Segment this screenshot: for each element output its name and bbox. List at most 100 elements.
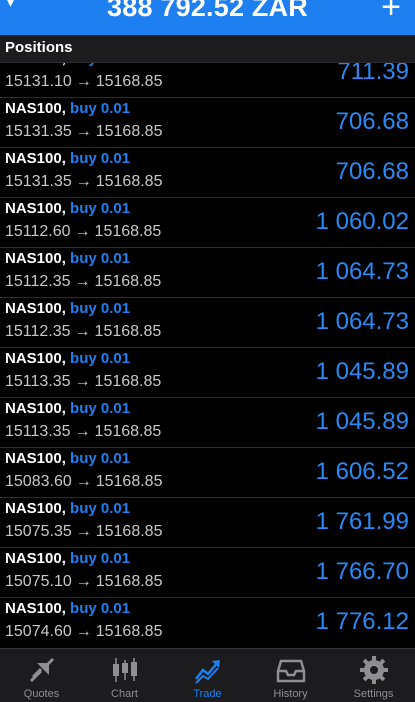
arrow-right-icon: → (75, 523, 92, 540)
position-title: NAS100, buy 0.01 (5, 300, 130, 317)
position-side: buy 0.01 (70, 300, 131, 317)
position-row[interactable]: NAS100, buy 0.01 15113.35 → 15168.85 1 045.8… (0, 348, 415, 398)
positions-list[interactable]: NAS100, buy 0.0115131.10→15168.85711.39N… (0, 63, 415, 647)
position-prices: 15131.35 → 15168.85 (5, 123, 162, 141)
position-prices: 15112.35 → 15168.85 (5, 273, 161, 291)
position-profit: 711.39 (337, 63, 409, 85)
position-row[interactable]: NAS100, buy 0.01 15083.60 → 15168.85 1 606.5… (0, 448, 415, 498)
position-side: buy 0.01 (70, 350, 131, 367)
position-row[interactable]: NAS100, buy 0.01 15131.10→15168.85 711.39 (0, 63, 415, 98)
current-price: 15168.85 (95, 73, 163, 90)
open-price: 15131.10 (5, 73, 72, 90)
trade-icon (194, 660, 220, 684)
tab-label: Chart (111, 688, 138, 700)
arrow-right-icon: → (75, 573, 92, 590)
tab-trade[interactable]: Trade (166, 649, 249, 702)
current-price: 15168.85 (95, 573, 163, 590)
position-side: buy 0.01 (70, 150, 131, 167)
position-symbol: NAS100, (5, 350, 66, 367)
position-prices: 15113.35 → 15168.85 (5, 373, 161, 391)
open-price: 15112.60 (5, 223, 71, 240)
position-side: buy 0.01 (70, 450, 131, 467)
arrow-right-icon: → (74, 373, 91, 390)
position-side: buy 0.01 (70, 250, 131, 267)
position-title: NAS100, buy 0.01 (5, 400, 130, 417)
position-prices: 15112.60 → 15168.85 (5, 223, 161, 241)
open-price: 15075.10 (5, 573, 72, 590)
position-title: NAS100, buy 0.01 (5, 250, 130, 267)
positions-section-header: Positions (0, 35, 415, 63)
tab-settings[interactable]: Settings (332, 649, 415, 702)
arrow-right-icon: → (75, 623, 92, 640)
position-prices: 15131.10 → 15168.85 (5, 73, 162, 91)
position-prices: 15113.35 → 15168.85 (5, 423, 161, 441)
arrow-right-icon: → (74, 323, 91, 340)
position-row[interactable]: NAS100, buy 0.01 15131.35 → 15168.85 706.68 (0, 98, 415, 148)
tab-chart[interactable]: Chart (83, 649, 166, 702)
position-side: buy 0.01 (70, 600, 131, 617)
position-title: NAS100, buy 0.01 (5, 350, 130, 367)
position-prices: 15131.35 → 15168.85 (5, 173, 162, 191)
tab-label: Settings (353, 688, 394, 700)
account-balance[interactable]: 388 792.52 ZAR (0, 0, 415, 23)
position-symbol: NAS100, (5, 150, 66, 167)
position-row[interactable]: NAS100, buy 0.01 15113.35 → 15168.85 1 045.8… (0, 398, 415, 448)
position-prices: 15083.60 → 15168.85 (5, 473, 162, 491)
header-bar: ▾ 388 792.52 ZAR + (0, 0, 415, 35)
position-row[interactable]: NAS100, buy 0.01 15112.60 → 15168.85 1 060.0… (0, 198, 415, 248)
position-profit: 1 064.73 (315, 308, 409, 335)
position-symbol: NAS100, (5, 250, 66, 267)
position-symbol: NAS100, (5, 450, 66, 467)
position-side: buy 0.01 (70, 400, 131, 417)
position-prices: 15074.60 → 15168.85 (5, 623, 162, 641)
open-price: 15113.35 (5, 373, 71, 390)
position-symbol: NAS100, (5, 100, 66, 117)
open-price: 15131.35 (5, 123, 72, 140)
position-profit: 1 766.70 (315, 558, 409, 585)
open-price: 15074.60 (5, 623, 72, 640)
open-price: 15075.35 (5, 523, 72, 540)
position-profit: 1 060.02 (315, 208, 409, 235)
tab-history[interactable]: History (249, 649, 332, 702)
position-row[interactable]: NAS100, buy 0.01 15112.35 → 15168.85 1 064.7… (0, 298, 415, 348)
position-symbol: NAS100, (5, 600, 66, 617)
position-profit: 706.68 (335, 108, 409, 135)
arrow-right-icon: → (75, 173, 92, 190)
add-order-icon[interactable]: + (381, 0, 401, 24)
positions-list-content: NAS100, buy 0.0115131.10→15168.85711.39N… (0, 63, 415, 647)
arrow-right-icon: → (74, 423, 91, 440)
open-price: 15083.60 (5, 473, 72, 490)
current-price: 15168.85 (95, 523, 163, 540)
position-row[interactable]: NAS100, buy 0.01 15112.35 → 15168.85 1 064.7… (0, 248, 415, 298)
open-price: 15131.35 (5, 173, 72, 190)
open-price: 15113.35 (5, 423, 71, 440)
position-profit: 1 761.99 (315, 508, 409, 535)
position-title: NAS100, buy 0.01 (5, 200, 130, 217)
current-price: 15168.85 (95, 173, 163, 190)
position-side: buy 0.01 (70, 200, 131, 217)
tab-quotes[interactable]: Quotes (0, 649, 83, 702)
position-row[interactable]: NAS100, buy 0.01 15074.60 → 15168.85 1 776.1… (0, 598, 415, 647)
history-icon (276, 659, 305, 683)
open-price: 15112.35 (5, 273, 71, 290)
position-row[interactable]: NAS100, buy 0.01 15131.35 → 15168.85 706.68 (0, 148, 415, 198)
position-title: NAS100, buy 0.01 (5, 100, 130, 117)
position-profit: 706.68 (335, 158, 409, 185)
position-profit: 1 045.89 (315, 358, 409, 385)
arrow-right-icon: → (74, 273, 91, 290)
arrow-right-icon: → (75, 473, 92, 490)
position-side: buy 0.01 (70, 550, 131, 567)
position-profit: 1 045.89 (315, 408, 409, 435)
position-profit: 1 776.12 (315, 608, 409, 635)
quotes-icon (29, 657, 54, 683)
tab-label: Quotes (23, 688, 60, 700)
position-profit: 1 064.73 (315, 258, 409, 285)
position-title: NAS100, buy 0.01 (5, 450, 130, 467)
current-price: 15168.85 (94, 273, 162, 290)
position-symbol: NAS100, (5, 200, 66, 217)
position-side: buy 0.01 (70, 63, 130, 67)
current-price: 15168.85 (94, 223, 162, 240)
position-row[interactable]: NAS100, buy 0.01 15075.35 → 15168.85 1 761.9… (0, 498, 415, 548)
position-row[interactable]: NAS100, buy 0.01 15075.10 → 15168.85 1 766.7… (0, 548, 415, 598)
position-prices: 15075.10 → 15168.85 (5, 573, 162, 591)
